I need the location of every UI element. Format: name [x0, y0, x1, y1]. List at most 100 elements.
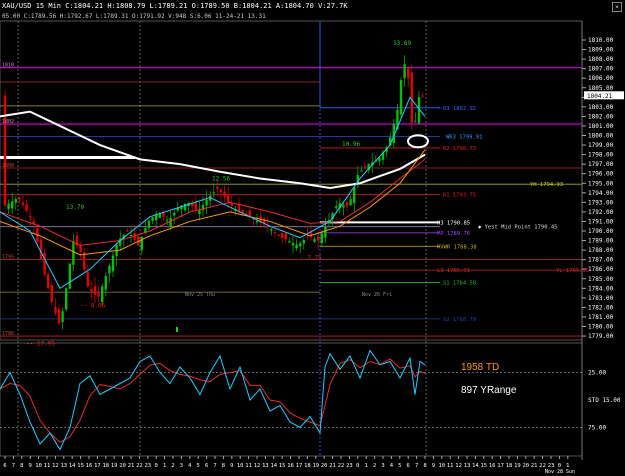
- candle-body: [320, 233, 323, 244]
- candle-body: [219, 189, 223, 193]
- candle-body: [54, 306, 57, 314]
- time-tick-label: 18: [304, 463, 311, 469]
- time-tick-label: 22: [136, 463, 143, 469]
- candle-body: [295, 244, 298, 249]
- annot-low3: - 7.75: [300, 255, 322, 262]
- price-tick-label: 1787.00: [588, 257, 614, 264]
- price-tick-label: 1806.00: [588, 75, 614, 82]
- time-tick-label: 12: [455, 463, 462, 469]
- time-tick-label: 11: [44, 463, 51, 469]
- annot-a1: 10.96: [342, 141, 360, 148]
- time-tick-label: 13: [262, 463, 269, 469]
- date-label-1: Nov 25 Thu: [185, 292, 215, 298]
- stoch-main-line: [0, 349, 426, 451]
- time-tick-label: 21: [531, 463, 538, 469]
- time-tick-label: 10: [35, 463, 42, 469]
- time-tick-label: 9: [432, 463, 435, 469]
- time-tick-label: 8: [20, 463, 23, 469]
- price-tick-label: 1780.00: [588, 324, 614, 331]
- time-tick-label: 23: [346, 463, 353, 469]
- price-tick-label: 1801.00: [588, 123, 614, 130]
- pivot-levels: [0, 21, 582, 337]
- candle-body: [173, 212, 176, 216]
- annot-low1: -- 8.06: [80, 302, 106, 309]
- candle-body: [281, 233, 284, 238]
- candle-body: [97, 291, 100, 297]
- time-tick-label: 17: [94, 463, 101, 469]
- time-tick-label: 19: [111, 463, 118, 469]
- candle-body: [317, 236, 320, 241]
- time-tick-label: 19: [514, 463, 521, 469]
- label-l3: L3 1785.91: [437, 268, 470, 274]
- time-tick-label: 16: [86, 463, 93, 469]
- annot-a2: 12.56: [212, 175, 230, 182]
- price-chart[interactable]: 1810.00 1809.00 1808.00 1807.00 1806.00 1805.…: [0, 0, 625, 476]
- time-tick-label: 2: [171, 463, 174, 469]
- time-tick-label: 11: [245, 463, 252, 469]
- label-left-c: 1786: [2, 331, 14, 337]
- candle-body: [353, 187, 356, 204]
- yrange-label: 897 YRange: [461, 385, 517, 396]
- price-tick-label: 1793.00: [588, 199, 614, 206]
- candle-body: [198, 210, 201, 214]
- time-tick-label: 13: [60, 463, 67, 469]
- time-tick-label: 15: [77, 463, 84, 469]
- candle-body: [83, 252, 86, 270]
- time-tick-label: 1: [365, 463, 368, 469]
- label-wr3: WR3 1799.91: [446, 134, 482, 140]
- label-s1: S1 1784.58: [443, 281, 476, 287]
- candle-body: [93, 285, 97, 295]
- price-tick-label: 1799.00: [588, 142, 614, 149]
- date-label-3: Nov 28 Sun: [545, 469, 575, 475]
- stoch-axis-25: 25.00: [588, 370, 606, 377]
- chart-labels: R3 1802.92 WR3 1799.91 R2 1798.73 YH 1794.9…: [2, 40, 589, 348]
- label-left-mid: 1802: [2, 119, 14, 125]
- time-tick-label: 9: [230, 463, 233, 469]
- candle-body: [299, 243, 302, 247]
- time-tick-label: 13: [464, 463, 471, 469]
- stoch-axis-75: 75.00: [588, 425, 606, 432]
- price-tick-label: 1809.00: [588, 47, 614, 54]
- time-tick-label: 23: [144, 463, 151, 469]
- time-tick-label: 17: [497, 463, 504, 469]
- stoch-axis-mid: STO 15.00: [588, 397, 621, 404]
- candle-body: [61, 311, 64, 323]
- time-tick-label: 7: [213, 463, 216, 469]
- candle-body: [288, 241, 291, 243]
- time-tick-label: 20: [321, 463, 328, 469]
- candle-body: [165, 220, 169, 222]
- candle-body: [360, 170, 363, 172]
- time-tick-label: 5: [197, 463, 200, 469]
- time-tick-label: 6: [205, 463, 208, 469]
- candle-body: [72, 240, 75, 265]
- price-axis: 1810.00 1809.00 1808.00 1807.00 1806.00 1805.…: [582, 37, 624, 340]
- price-tick-label: 1788.00: [588, 247, 614, 254]
- candle-body: [345, 202, 349, 207]
- label-yh: YH 1794.93: [530, 182, 563, 188]
- date-label-2: Nov 26 Fri: [362, 292, 392, 298]
- price-tick-label: 1805.00: [588, 85, 614, 92]
- time-tick-label: 12: [254, 463, 261, 469]
- price-tick-label: 1782.00: [588, 304, 614, 311]
- highlight-circle: [407, 134, 429, 149]
- candle-body: [104, 276, 107, 290]
- candle-body: [212, 192, 215, 194]
- candle-body: [7, 203, 10, 209]
- candle-body: [205, 199, 208, 206]
- candle-body: [111, 255, 115, 272]
- price-tick-label: 1783.00: [588, 295, 614, 302]
- candle-body: [39, 239, 43, 259]
- label-left-b: 1795: [2, 255, 14, 261]
- annot-a3: 13.79: [66, 204, 84, 211]
- price-tick-label: 1808.00: [588, 56, 614, 63]
- time-tick-label: 22: [338, 463, 345, 469]
- candle-body: [86, 272, 89, 287]
- price-tick-label: 1802.00: [588, 113, 614, 120]
- time-tick-label: 0: [356, 463, 359, 469]
- time-tick-label: 6: [407, 463, 410, 469]
- candle-body: [151, 217, 154, 221]
- candle-body: [407, 68, 410, 79]
- candle-body: [129, 235, 133, 237]
- label-left-top: 1810: [2, 63, 14, 69]
- candle-body: [291, 242, 295, 246]
